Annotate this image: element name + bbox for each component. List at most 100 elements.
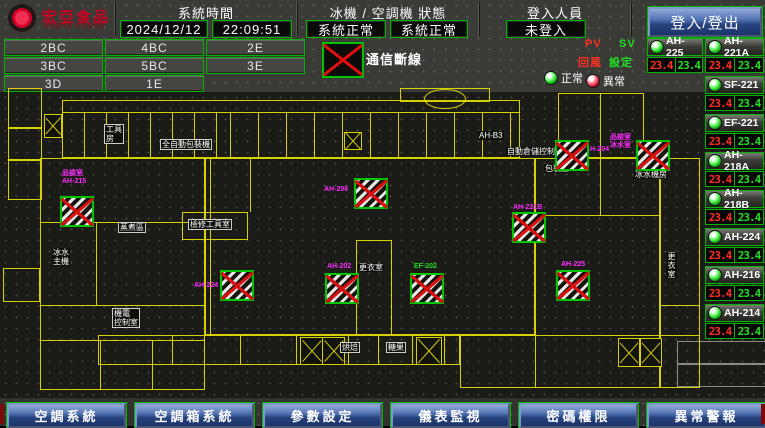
equipment-label: EF-202 — [414, 263, 437, 271]
corner-mark — [0, 404, 4, 424]
chiller-status-value: 系統正常 — [306, 20, 386, 38]
nav-button-6[interactable]: 異常警報 — [647, 403, 765, 428]
wall — [660, 305, 700, 306]
sv-name-label: 設定 — [609, 54, 633, 70]
device-ah-225[interactable]: AH-225 — [647, 38, 703, 56]
pv-value: 23.4 — [706, 324, 735, 338]
wall — [356, 240, 392, 335]
ahu-status-value: 系統正常 — [390, 20, 468, 38]
login-user-value: 未登入 — [506, 20, 586, 38]
stairs-icon — [44, 114, 62, 138]
device-ah-221a[interactable]: AH-221A — [705, 38, 764, 56]
device-name: AH-218A — [724, 149, 763, 173]
sv-value: 23.4 — [735, 96, 763, 110]
abnormal-label: 異常 — [603, 73, 625, 89]
device-status-led-icon — [708, 230, 722, 244]
nav-button-5[interactable]: 密碼權限 — [519, 403, 638, 428]
device-status-led-icon — [708, 268, 722, 282]
zone-button-2e[interactable]: 2E — [206, 39, 305, 56]
device-status-led-icon — [708, 116, 722, 130]
nav-button-3[interactable]: 參數設定 — [263, 403, 382, 428]
login-logout-button[interactable]: 登入/登出 — [648, 7, 762, 37]
alarm-icon[interactable] — [220, 270, 254, 301]
nav-button-2[interactable]: 空調箱系統 — [135, 403, 254, 428]
room-label: 檢修工具室 — [188, 219, 232, 230]
zone-button-4bc[interactable]: 4BC — [105, 39, 204, 56]
device-sf-221[interactable]: SF-221 — [705, 76, 764, 94]
device-ah-218a[interactable]: AH-218A — [705, 152, 764, 170]
pv-value: 23.4 — [706, 172, 735, 186]
stairs-icon — [416, 337, 442, 365]
nav-button-1[interactable]: 空調系統 — [7, 403, 126, 428]
device-ah-216[interactable]: AH-216 — [705, 266, 764, 284]
alarm-icon[interactable] — [556, 270, 590, 301]
sv-header: SV — [619, 38, 636, 50]
comm-fail-label: 通信斷線 — [366, 49, 422, 68]
wall — [172, 335, 173, 365]
nav-button-4[interactable]: 儀表監視 — [391, 403, 510, 428]
device-ef-221[interactable]: EF-221 — [705, 114, 764, 132]
alarm-icon[interactable] — [325, 273, 359, 304]
wall — [535, 215, 660, 216]
pv-name-label: 回風 — [578, 54, 602, 70]
wall — [296, 335, 297, 365]
sv-value: 23.4 — [735, 58, 763, 72]
equipment-label: AH-225 — [561, 261, 585, 269]
device-values-ah-214: 23.423.4 — [705, 323, 764, 339]
zone-button-5bc[interactable]: 5BC — [105, 57, 204, 74]
wall — [8, 128, 42, 160]
zone-button-3bc[interactable]: 3BC — [4, 57, 103, 74]
stairs-icon — [618, 338, 640, 367]
normal-led-icon — [544, 71, 558, 85]
equipment-label: 品檢室 AH-215 — [62, 170, 86, 186]
device-values-ah-218b: 23.423.4 — [705, 209, 764, 225]
wall — [96, 222, 97, 305]
pv-value: 23.4 — [706, 134, 735, 148]
zone-button-3e[interactable]: 3E — [206, 57, 305, 74]
round-table-icon — [424, 89, 466, 109]
comm-fail-icon — [322, 42, 364, 78]
device-name: AH-221A — [724, 35, 763, 59]
device-values-ah-224: 23.423.4 — [705, 247, 764, 263]
wall — [40, 340, 205, 341]
wall — [210, 158, 211, 335]
sv-value: 23.4 — [735, 172, 763, 186]
wall — [40, 305, 205, 306]
wall — [152, 340, 153, 390]
normal-label: 正常 — [561, 70, 583, 86]
device-name: AH-225 — [666, 35, 702, 59]
alarm-icon[interactable] — [410, 273, 444, 304]
pv-value: 23.4 — [706, 96, 735, 110]
divider — [296, 2, 298, 36]
stairs-icon — [344, 132, 362, 150]
alarm-icon[interactable] — [60, 196, 94, 227]
device-status-led-icon — [708, 40, 722, 54]
device-ah-218b[interactable]: AH-218B — [705, 190, 764, 208]
room-label: 蒸煮區 — [118, 222, 146, 233]
device-ah-224[interactable]: AH-224 — [705, 228, 764, 246]
wall-dividers — [230, 112, 520, 158]
alarm-icon[interactable] — [512, 212, 546, 243]
alarm-icon[interactable] — [636, 140, 670, 171]
legend-normal: 正常 — [544, 70, 583, 86]
device-values-ah-225: 23.423.4 — [647, 57, 703, 73]
device-ah-214[interactable]: AH-214 — [705, 304, 764, 322]
pv-value: 23.4 — [706, 58, 735, 72]
alarm-icon[interactable] — [555, 140, 589, 171]
stairs-icon — [300, 337, 323, 365]
pv-value: 23.4 — [706, 286, 735, 300]
divider — [478, 2, 480, 36]
wall — [240, 335, 241, 365]
zone-button-1e[interactable]: 1E — [105, 75, 204, 92]
equipment-label: AH-206 — [324, 186, 348, 194]
wall — [250, 158, 251, 212]
alarm-icon[interactable] — [354, 178, 388, 209]
room-label: 機電 控制室 — [112, 308, 140, 328]
zone-button-2bc[interactable]: 2BC — [4, 39, 103, 56]
sv-value: 23.4 — [735, 210, 763, 224]
wall — [100, 340, 101, 390]
corner-mark — [761, 404, 765, 424]
device-name: SF-221 — [724, 79, 758, 91]
device-name: AH-214 — [724, 307, 760, 319]
equipment-label: AH-221B — [513, 204, 542, 212]
